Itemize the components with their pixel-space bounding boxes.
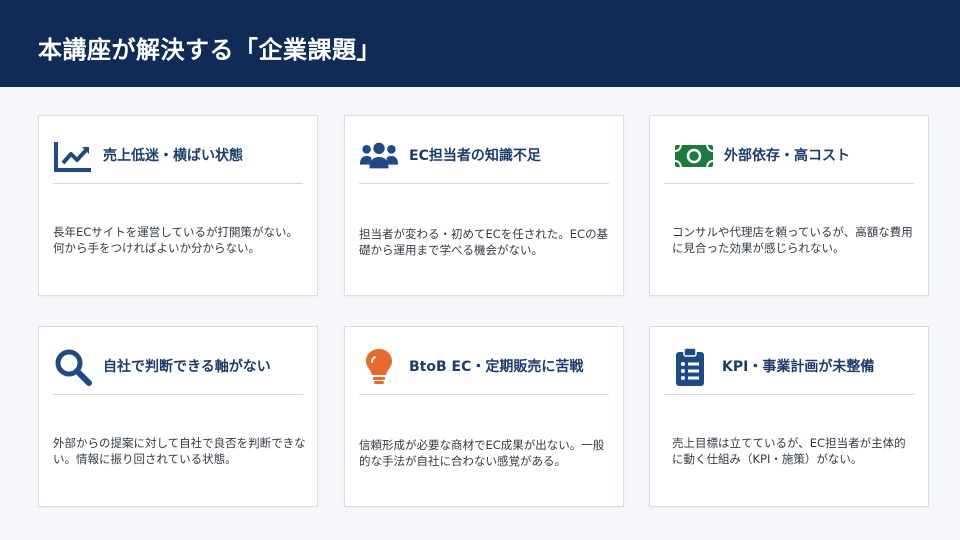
clipboard-list-icon (670, 347, 710, 386)
chart-line-icon (53, 138, 93, 174)
divider (53, 394, 303, 395)
divider (359, 394, 609, 395)
card-description: 担当者が変わる・初めてECを任された。ECの基礎から運用まで学べる機会がない。 (359, 227, 609, 257)
lightbulb-icon (359, 349, 399, 385)
card-btob-subscription: BtoB EC・定期販売に苦戦 信頼形成が必要な商材でEC成果が出ない。一般的な… (344, 326, 624, 507)
card-title: BtoB EC・定期販売に苦戦 (409, 359, 584, 375)
card-title: EC担当者の知識不足 (409, 148, 541, 164)
card-description: コンサルや代理店を頼っているが、高額な費用に見合った効果が感じられない。 (672, 225, 913, 255)
card-title: KPI・事業計画が未整備 (722, 359, 875, 375)
search-icon (53, 349, 93, 386)
page-header: 本講座が解決する「企業課題」 (0, 0, 960, 87)
divider (664, 394, 914, 395)
card-sales-stagnation: 売上低迷・横ばい状態 長年ECサイトを運営しているが打開策がない。何から手をつけ… (38, 115, 318, 296)
page-title: 本講座が解決する「企業課題」 (38, 36, 381, 64)
divider (664, 183, 914, 184)
card-title: 売上低迷・横ばい状態 (103, 148, 243, 164)
divider (53, 183, 303, 184)
card-title: 自社で判断できる軸がない (103, 359, 271, 375)
card-external-dependency: 外部依存・高コスト コンサルや代理店を頼っているが、高額な費用に見合った効果が感… (649, 115, 929, 296)
card-description: 信頼形成が必要な商材でEC成果が出ない。一般的な手法が自社に合わない感覚がある。 (359, 438, 605, 468)
card-title: 外部依存・高コスト (724, 148, 850, 164)
card-description: 外部からの提案に対して自社で良否を判断できない。情報に振り回されている状態。 (53, 436, 306, 466)
users-icon (359, 138, 399, 174)
money-bill-icon (674, 138, 714, 174)
divider (359, 183, 609, 184)
card-staff-knowledge: EC担当者の知識不足 担当者が変わる・初めてECを任された。ECの基礎から運用ま… (344, 115, 624, 296)
card-no-decision-axis: 自社で判断できる軸がない 外部からの提案に対して自社で良否を判断できない。情報に… (38, 326, 318, 507)
card-description: 長年ECサイトを運営しているが打開策がない。何から手をつければよいか分からない。 (53, 225, 298, 255)
card-kpi-plan: KPI・事業計画が未整備 売上目標は立てているが、EC担当者が主体的に動く仕組み… (649, 326, 929, 507)
card-description: 売上目標は立てているが、EC担当者が主体的に動く仕組み（KPI・施策）がない。 (672, 436, 906, 466)
